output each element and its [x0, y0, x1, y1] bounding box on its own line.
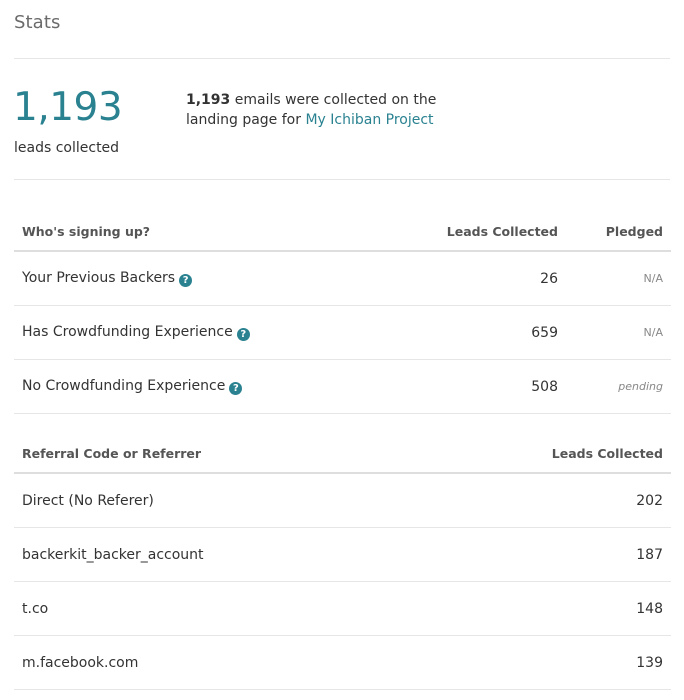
leads-label: leads collected — [14, 140, 120, 156]
referrer-name: t.co — [14, 581, 471, 636]
leads-count: 1,193 — [13, 85, 123, 130]
referrer-table: Referral Code or Referrer Leads Collecte… — [14, 434, 671, 690]
summary-description: 1,193 emails were collected on the landi… — [186, 90, 456, 130]
summary-desc-count: 1,193 — [186, 92, 231, 108]
referrer-header-row: Referral Code or Referrer Leads Collecte… — [14, 434, 671, 474]
row-pledged: pending — [566, 359, 671, 414]
row-pledged: N/A — [566, 305, 671, 360]
referrer-name: m.facebook.com — [14, 635, 471, 690]
page-title: Stats — [14, 12, 61, 33]
header-whos-signing-up: Who's signing up? — [14, 212, 394, 252]
row-name-cell: No Crowdfunding Experience? — [14, 359, 394, 414]
table-row: backerkit_backer_account 187 — [14, 527, 671, 582]
table-row: No Crowdfunding Experience? 508 pending — [14, 359, 671, 414]
row-leads: 26 — [394, 251, 566, 306]
header-referral-code: Referral Code or Referrer — [14, 434, 471, 474]
signups-table: Who's signing up? Leads Collected Pledge… — [14, 212, 671, 414]
referrer-leads: 202 — [471, 473, 671, 528]
row-name: No Crowdfunding Experience — [22, 378, 226, 394]
table-row: t.co 148 — [14, 581, 671, 636]
referrer-leads: 139 — [471, 635, 671, 690]
question-circle-icon[interactable]: ? — [236, 328, 250, 341]
table-row: m.facebook.com 139 — [14, 635, 671, 690]
row-pledged: N/A — [566, 251, 671, 306]
divider-summary — [14, 179, 670, 180]
header-leads-collected: Leads Collected — [471, 434, 671, 474]
row-name: Your Previous Backers — [22, 270, 176, 286]
table-row: Direct (No Referer) 202 — [14, 473, 671, 528]
table-row: Your Previous Backers? 26 N/A — [14, 251, 671, 306]
referrer-name: Direct (No Referer) — [14, 473, 471, 528]
referrer-leads: 187 — [471, 527, 671, 582]
row-name: Has Crowdfunding Experience — [22, 324, 233, 340]
question-circle-icon[interactable]: ? — [229, 382, 243, 395]
signups-header-row: Who's signing up? Leads Collected Pledge… — [14, 212, 671, 252]
project-link[interactable]: My Ichiban Project — [305, 112, 433, 128]
referrer-name: backerkit_backer_account — [14, 527, 471, 582]
row-name-cell: Your Previous Backers? — [14, 251, 394, 306]
row-name-cell: Has Crowdfunding Experience? — [14, 305, 394, 360]
header-leads-collected: Leads Collected — [394, 212, 566, 252]
divider-top — [14, 58, 670, 59]
question-circle-icon[interactable]: ? — [179, 274, 193, 287]
header-pledged: Pledged — [566, 212, 671, 252]
referrer-leads: 148 — [471, 581, 671, 636]
row-leads: 659 — [394, 305, 566, 360]
row-leads: 508 — [394, 359, 566, 414]
table-row: Has Crowdfunding Experience? 659 N/A — [14, 305, 671, 360]
